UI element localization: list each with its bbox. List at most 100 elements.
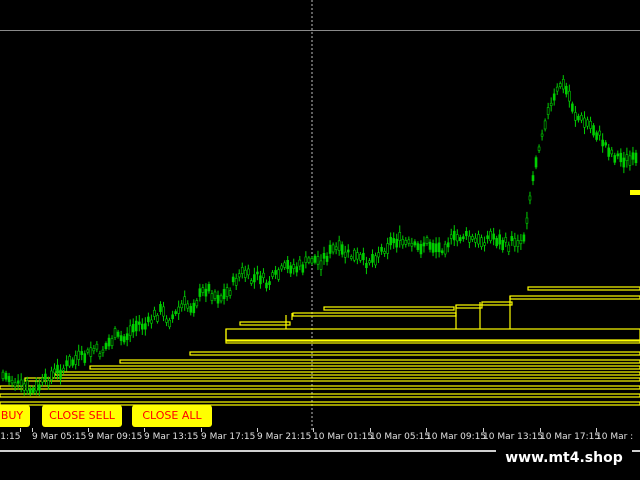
candle [498, 234, 501, 245]
candle [431, 243, 435, 253]
candle [247, 268, 250, 276]
candle [555, 86, 559, 92]
candle [243, 269, 247, 278]
x-tick-label: 9 Mar 17:15 [201, 432, 256, 442]
candle [10, 380, 14, 384]
candle [455, 234, 459, 242]
candle [7, 376, 11, 382]
candle [340, 244, 344, 255]
candle [440, 250, 444, 254]
candle [568, 90, 571, 102]
level-line [527, 286, 640, 291]
candle [50, 370, 53, 380]
candle [98, 353, 102, 358]
candle [204, 288, 208, 297]
x-tick-label: 10 Mar : [596, 432, 634, 442]
candle [165, 318, 168, 323]
candle [589, 120, 592, 129]
candle [452, 230, 456, 241]
candle [56, 364, 59, 374]
candle [319, 260, 323, 270]
candle [156, 315, 159, 322]
candle [622, 157, 626, 168]
candle [131, 324, 135, 333]
candle [16, 380, 20, 384]
candle [292, 264, 296, 269]
candle [180, 303, 183, 309]
candle [107, 337, 111, 347]
candle [331, 244, 335, 253]
buy-button[interactable]: BUY [0, 405, 30, 427]
candle [277, 269, 280, 280]
candle [119, 335, 123, 341]
candle [586, 119, 589, 127]
candle [419, 244, 423, 255]
candle [259, 275, 262, 285]
level-line [54, 371, 640, 376]
candle [53, 368, 56, 374]
candle [634, 152, 638, 164]
candle [104, 343, 108, 350]
candle [186, 303, 190, 309]
candle [141, 323, 144, 330]
candle [144, 323, 147, 330]
candle [47, 380, 50, 386]
candle [446, 242, 450, 248]
candle [95, 343, 99, 350]
chart-top-border [0, 30, 640, 31]
x-tick-label: 9 Mar 09:15 [88, 432, 143, 442]
candle [422, 242, 426, 247]
candle [510, 236, 514, 242]
candle [349, 256, 353, 259]
candle [162, 306, 165, 317]
candle [83, 353, 87, 363]
candle [522, 234, 526, 242]
candle [137, 321, 141, 325]
candle [616, 153, 620, 157]
candle [425, 237, 429, 244]
candle [365, 262, 368, 269]
candle [134, 320, 138, 332]
candle [428, 241, 432, 250]
candle [213, 291, 217, 299]
candle [471, 236, 474, 240]
candle [334, 246, 338, 250]
level-line [0, 385, 640, 390]
candle [322, 253, 326, 259]
candle [534, 157, 538, 168]
candle [507, 244, 511, 252]
candle [362, 252, 365, 261]
candle [153, 309, 156, 317]
candle [280, 265, 283, 270]
candle [592, 125, 595, 136]
candle [207, 284, 211, 292]
candle [274, 270, 277, 275]
candle [537, 146, 541, 151]
price-chart[interactable] [0, 0, 640, 430]
level-line [239, 321, 291, 326]
candle [625, 154, 629, 161]
candle [4, 372, 8, 380]
candle [325, 255, 329, 262]
candle [28, 388, 32, 394]
candle [561, 79, 565, 90]
candle [150, 319, 153, 324]
close-all-button[interactable]: CLOSE ALL [132, 405, 212, 427]
level-line [0, 393, 640, 398]
candle [486, 235, 489, 239]
level-line [481, 301, 513, 306]
level-line [89, 365, 640, 370]
candle [71, 359, 74, 366]
candle [525, 217, 529, 224]
chart-canvas[interactable] [0, 0, 640, 430]
candle [240, 267, 244, 274]
candle [359, 254, 362, 261]
candle [540, 133, 544, 137]
close-sell-button[interactable]: CLOSE SELL [42, 405, 122, 427]
candle [416, 243, 420, 250]
x-tick-label: 10 Mar 09:15 [426, 432, 487, 442]
candle [307, 257, 311, 263]
candle [516, 240, 520, 247]
candle [310, 258, 314, 264]
candle [604, 142, 607, 146]
